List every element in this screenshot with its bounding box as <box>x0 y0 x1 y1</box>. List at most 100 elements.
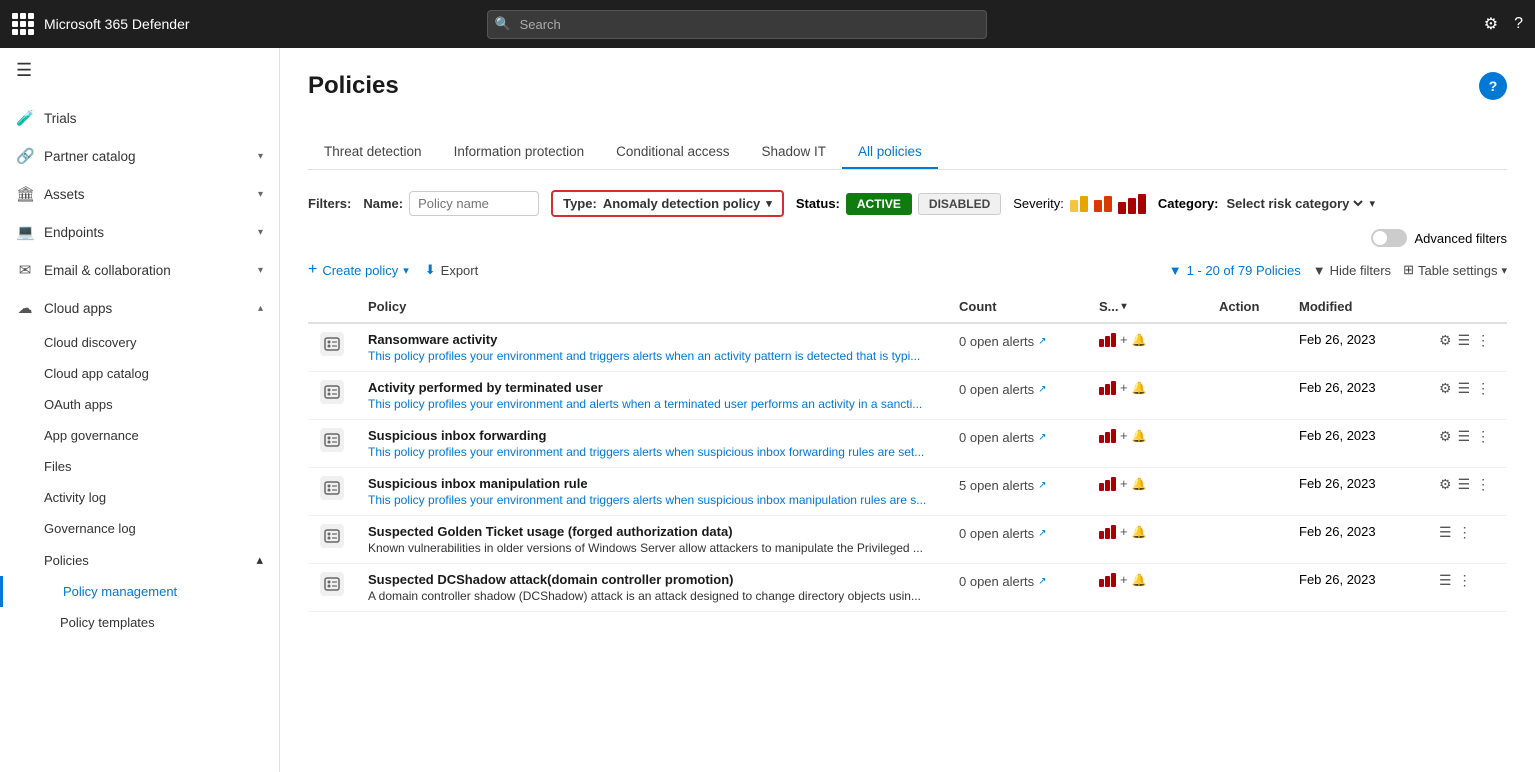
add-severity-icon[interactable]: + <box>1120 476 1128 491</box>
more-icon[interactable]: ⋮ <box>1458 524 1472 541</box>
help-icon[interactable]: ? <box>1514 15 1523 33</box>
count-value: 0 open alerts <box>959 430 1034 445</box>
add-severity-icon[interactable]: + <box>1120 428 1128 443</box>
policy-icon-cell <box>308 468 356 516</box>
sidebar-item-files[interactable]: Files <box>0 451 279 482</box>
sidebar-item-label: Trials <box>44 111 263 126</box>
policy-name[interactable]: Suspicious inbox forwarding <box>368 428 935 443</box>
create-policy-button[interactable]: + Create policy ▾ <box>308 261 409 279</box>
bell-icon[interactable]: 🔔 <box>1132 381 1147 395</box>
filter-severity-field: Severity: <box>1013 194 1146 214</box>
external-link-icon[interactable]: ↗ <box>1038 384 1046 395</box>
advanced-filters-switch[interactable] <box>1371 229 1407 247</box>
add-severity-icon[interactable]: + <box>1120 524 1128 539</box>
policy-name[interactable]: Activity performed by terminated user <box>368 380 935 395</box>
modified-date: Feb 26, 2023 <box>1299 524 1376 539</box>
severity-medium-indicator[interactable] <box>1094 196 1112 212</box>
list-icon[interactable]: ☰ <box>1458 380 1471 397</box>
settings-row-icon[interactable]: ⚙ <box>1439 476 1452 493</box>
filter-name-input[interactable] <box>409 191 539 216</box>
th-severity[interactable]: S... ▾ <box>1087 291 1207 323</box>
more-icon[interactable]: ⋮ <box>1458 572 1472 589</box>
export-button[interactable]: ⬇ Export <box>425 262 478 278</box>
sidebar-item-email-collab[interactable]: ✉ Email & collaboration ▾ <box>0 251 279 289</box>
external-link-icon[interactable]: ↗ <box>1038 480 1046 491</box>
hamburger-button[interactable]: ☰ <box>0 48 279 93</box>
tab-shadow-it[interactable]: Shadow IT <box>745 136 842 169</box>
severity-low-indicator[interactable] <box>1070 196 1088 212</box>
sidebar-item-policies[interactable]: Policies ▴ <box>0 544 279 576</box>
bell-icon[interactable]: 🔔 <box>1132 429 1147 443</box>
bell-icon[interactable]: 🔔 <box>1132 525 1147 539</box>
severity-indicators: + 🔔 <box>1099 476 1195 491</box>
sidebar-item-policy-management[interactable]: Policy management <box>0 576 279 607</box>
sidebar-item-governance-log[interactable]: Governance log <box>0 513 279 544</box>
policy-name-cell: Suspicious inbox forwarding This policy … <box>356 420 947 468</box>
th-policy[interactable]: Policy <box>356 291 947 323</box>
hide-filters-button[interactable]: ▼ Hide filters <box>1313 263 1391 278</box>
policy-name[interactable]: Suspicious inbox manipulation rule <box>368 476 935 491</box>
more-icon[interactable]: ⋮ <box>1476 380 1490 397</box>
bell-icon[interactable]: 🔔 <box>1132 477 1147 491</box>
table-row: Suspected Golden Ticket usage (forged au… <box>308 516 1507 564</box>
bell-icon[interactable]: 🔔 <box>1132 573 1147 587</box>
settings-icon[interactable]: ⚙ <box>1484 14 1498 34</box>
bell-icon[interactable]: 🔔 <box>1132 333 1147 347</box>
list-icon[interactable]: ☰ <box>1458 476 1471 493</box>
add-severity-icon[interactable]: + <box>1120 380 1128 395</box>
sidebar-item-endpoints[interactable]: 💻 Endpoints ▾ <box>0 213 279 251</box>
add-severity-icon[interactable]: + <box>1120 572 1128 587</box>
sidebar-item-activity-log[interactable]: Activity log <box>0 482 279 513</box>
settings-row-icon[interactable]: ⚙ <box>1439 332 1452 349</box>
list-icon[interactable]: ☰ <box>1458 332 1471 349</box>
policy-name-cell: Suspected DCShadow attack(domain control… <box>356 564 947 612</box>
table-settings-button[interactable]: ⊞ Table settings ▾ <box>1403 262 1507 278</box>
tab-all-policies[interactable]: All policies <box>842 136 938 169</box>
more-icon[interactable]: ⋮ <box>1476 332 1490 349</box>
policy-name[interactable]: Suspected DCShadow attack(domain control… <box>368 572 935 587</box>
more-icon[interactable]: ⋮ <box>1476 476 1490 493</box>
policy-action-cell <box>1207 564 1287 612</box>
waffle-icon[interactable] <box>12 13 34 35</box>
sidebar-item-app-governance[interactable]: App governance <box>0 420 279 451</box>
list-icon[interactable]: ☰ <box>1439 572 1452 589</box>
list-icon[interactable]: ☰ <box>1439 524 1452 541</box>
external-link-icon[interactable]: ↗ <box>1038 576 1046 587</box>
severity-indicators: + 🔔 <box>1099 524 1195 539</box>
sidebar-item-oauth-apps[interactable]: OAuth apps <box>0 389 279 420</box>
tab-information-protection[interactable]: Information protection <box>438 136 601 169</box>
tab-conditional-access[interactable]: Conditional access <box>600 136 745 169</box>
chevron-up-icon: ▴ <box>258 303 263 314</box>
sidebar-item-cloud-app-catalog[interactable]: Cloud app catalog <box>0 358 279 389</box>
filter-type-dropdown[interactable]: Type: Anomaly detection policy ▾ <box>551 190 784 217</box>
more-icon[interactable]: ⋮ <box>1476 428 1490 445</box>
modified-date: Feb 26, 2023 <box>1299 572 1376 587</box>
status-disabled-button[interactable]: DISABLED <box>918 193 1001 215</box>
advanced-filters-toggle[interactable]: Advanced filters <box>1371 229 1508 247</box>
settings-row-icon[interactable]: ⚙ <box>1439 428 1452 445</box>
tab-threat-detection[interactable]: Threat detection <box>308 136 438 169</box>
status-active-button[interactable]: ACTIVE <box>846 193 912 215</box>
sidebar-item-assets[interactable]: 🏛 Assets ▾ <box>0 175 279 213</box>
filter-category-select[interactable]: Select risk category <box>1223 195 1366 212</box>
sidebar-item-trials[interactable]: 🧪 Trials <box>0 99 279 137</box>
external-link-icon[interactable]: ↗ <box>1038 432 1046 443</box>
list-icon[interactable]: ☰ <box>1458 428 1471 445</box>
sidebar-item-cloud-apps[interactable]: ☁ Cloud apps ▴ <box>0 289 279 327</box>
sidebar-item-cloud-discovery[interactable]: Cloud discovery <box>0 327 279 358</box>
external-link-icon[interactable]: ↗ <box>1038 528 1046 539</box>
policy-severity-cell: + 🔔 <box>1087 323 1207 372</box>
toolbar: + Create policy ▾ ⬇ Export ▼ 1 - 20 of 7… <box>308 261 1507 279</box>
policy-name[interactable]: Ransomware activity <box>368 332 935 347</box>
severity-indicators: + 🔔 <box>1099 380 1195 395</box>
severity-high-indicator[interactable] <box>1118 194 1146 214</box>
sidebar-item-policy-templates[interactable]: Policy templates <box>0 607 279 638</box>
policy-name[interactable]: Suspected Golden Ticket usage (forged au… <box>368 524 935 539</box>
sidebar-item-partner-catalog[interactable]: 🔗 Partner catalog ▾ <box>0 137 279 175</box>
settings-row-icon[interactable]: ⚙ <box>1439 380 1452 397</box>
external-link-icon[interactable]: ↗ <box>1038 336 1046 347</box>
help-circle-button[interactable]: ? <box>1479 72 1507 100</box>
search-input[interactable] <box>487 10 987 39</box>
add-severity-icon[interactable]: + <box>1120 332 1128 347</box>
topbar-right: ⚙ ? <box>1484 14 1523 34</box>
